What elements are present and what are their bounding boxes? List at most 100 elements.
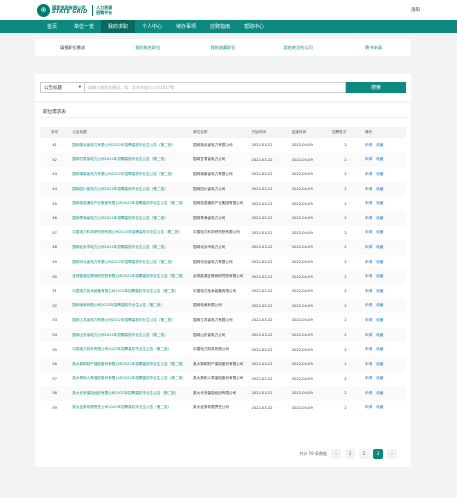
row-operations: 申请 收藏 (362, 386, 406, 401)
row-batch: 2 (329, 269, 363, 284)
row-title-link[interactable]: 国网河北省电力有限公司2022年招聘高校毕业生公告（第二批） (69, 255, 190, 270)
search-button[interactable]: 搜索 (346, 82, 406, 93)
row-title-link[interactable]: 国网电商有限公司2022年招聘高校毕业生公告（第二批） (69, 298, 191, 314)
row-title-link[interactable]: 全球能源互联网研究院有限公司2022年招聘高校毕业生公告（第二批） (69, 269, 191, 284)
logo-text: 国家电网有限公司 STATE GRID (52, 5, 88, 15)
row-operations: 申请 收藏 (362, 372, 406, 387)
table-header-row: 序号 公告标题 单位名称 开始时间 结束时间 招聘批次 操作 (40, 127, 406, 138)
logo[interactable]: ⊕ 国家电网有限公司 STATE GRID 人力资源 招聘平台 (37, 3, 112, 17)
apply-link[interactable]: 申请 (365, 157, 372, 161)
row-title-link[interactable]: 英大泰和人寿保险股份有限公司2022年招聘高校毕业生公告（第二批） (69, 372, 190, 387)
row-title-link[interactable]: 国网信息通信产业集团有限公司2022年招聘高校毕业生公告（第二批） (69, 196, 190, 211)
favorite-link[interactable]: 收藏 (376, 405, 383, 409)
row-title-link[interactable]: 国网湖南省电力有限公司2022年招聘高校毕业生公告（第二批） (69, 167, 190, 182)
favorite-link[interactable]: 收藏 (376, 362, 383, 366)
prev-page-button[interactable]: ‹ (331, 449, 341, 459)
nav-help[interactable]: 帮助中心 (237, 20, 271, 33)
apply-link[interactable]: 申请 (365, 391, 372, 395)
tab-job-demand[interactable]: 填报职位需求 (35, 45, 110, 51)
row-title-link[interactable]: 国网江苏省电力有限公司2022年招聘高校毕业生公告（第二批） (69, 313, 190, 328)
nav-todo[interactable]: 待办事项 (169, 20, 203, 33)
page-1-button[interactable]: 1 (345, 449, 355, 459)
nav-units[interactable]: 单位一览 (67, 20, 101, 33)
row-title-link[interactable]: 国网北京市电力公司2022年招聘高校毕业生公告（第二批） (69, 240, 191, 255)
row-title-link[interactable]: 国网湖北省电力有限公司2022年招聘高校毕业生公告（第二批） (69, 138, 190, 153)
apply-link[interactable]: 申请 (365, 260, 372, 264)
apply-link[interactable]: 申请 (365, 347, 372, 351)
row-unit: 国网湖南省电力有限公司 (193, 171, 233, 176)
row-batch: 2 (344, 260, 347, 265)
apply-link[interactable]: 申请 (365, 143, 372, 147)
row-title-link[interactable]: 国网甘肃省电力公司2022年招聘高校毕业生公告（第二批） (69, 152, 191, 168)
favorite-link[interactable]: 收藏 (376, 347, 383, 351)
col-header-no: 序号 (40, 127, 70, 138)
nav-home[interactable]: 首页 (37, 20, 67, 33)
favorite-link[interactable]: 收藏 (376, 187, 383, 191)
row-title-link[interactable]: 英大泰和财产保险股份有限公司2022年招聘高校毕业生公告（第二批） (69, 356, 191, 372)
row-batch: 2 (344, 143, 347, 148)
favorite-link[interactable]: 收藏 (376, 303, 383, 307)
row-batch: 2 (329, 356, 363, 372)
row-title-link[interactable]: 国网青海省电力公司2022年招聘高校毕业生公告（第二批） (69, 210, 191, 226)
tab-my-favorites[interactable]: 我的收藏职位 (185, 45, 260, 51)
apply-link[interactable]: 申请 (365, 376, 372, 380)
row-title-link[interactable]: 国网四川省电力公司2022年招聘高校毕业生公告（第二批） (69, 181, 191, 197)
row-no: 43 (52, 172, 57, 177)
favorite-link[interactable]: 收藏 (376, 333, 383, 337)
row-title-link[interactable]: 中国电力技术装备有限公司2022年招聘高校毕业生公告（第二批） (69, 284, 190, 299)
apply-link[interactable]: 申请 (365, 362, 372, 366)
apply-link[interactable]: 申请 (365, 333, 372, 337)
favorite-link[interactable]: 收藏 (376, 260, 383, 264)
apply-link[interactable]: 申请 (365, 172, 372, 176)
favorite-link[interactable]: 收藏 (376, 391, 383, 395)
row-title-link[interactable]: 中国电力科学研究院有限公司2022年招聘高校毕业生公告（第二批） (69, 226, 190, 241)
favorite-link[interactable]: 收藏 (376, 274, 383, 278)
row-end-date: 2022-04-09 (288, 152, 330, 168)
row-unit: 国网信息通信产业集团有限公司 (193, 201, 244, 206)
favorite-link[interactable]: 收藏 (376, 230, 383, 234)
apply-link[interactable]: 申请 (365, 230, 372, 234)
row-title-link[interactable]: 英大长安保险经纪有限公司2022年招聘高校毕业生公告（第二批） (69, 386, 191, 401)
nav-my-jobs[interactable]: 我的求职 (101, 20, 136, 33)
row-unit: 国网青海省电力公司 (190, 210, 249, 226)
user-name[interactable]: 洛阳 (411, 7, 420, 13)
favorite-link[interactable]: 收藏 (376, 318, 383, 322)
page-2-button[interactable]: 2 (359, 449, 369, 459)
favorite-link[interactable]: 收藏 (376, 172, 383, 176)
search-input[interactable]: 请输入搜索关键词，如：北京市电力公司2017等 (85, 82, 346, 93)
row-start-date: 2022-03-22 (251, 201, 273, 206)
row-title-link[interactable]: 英大证券有限责任公司2022年招聘高校毕业生公告（第二批） (69, 401, 190, 416)
tab-offer-application[interactable]: 聘书申请 (336, 45, 411, 51)
col-header-op: 操作 (362, 127, 406, 138)
page-3-button[interactable]: 3 (373, 449, 383, 459)
row-title-link[interactable]: 中国电力财务有限公司2022年招聘高校毕业生公告（第二批） (69, 342, 190, 357)
apply-link[interactable]: 申请 (365, 405, 372, 409)
favorite-link[interactable]: 收藏 (376, 289, 383, 293)
favorite-link[interactable]: 收藏 (376, 245, 383, 249)
tab-my-applied[interactable]: 我的报名职位 (110, 45, 185, 51)
search-field-select[interactable]: 公告标题 ▾ (40, 82, 85, 93)
search-bar: 公告标题 ▾ 请输入搜索关键词，如：北京市电力公司2017等 搜索 (35, 74, 411, 101)
apply-link[interactable]: 申请 (365, 289, 372, 293)
apply-link[interactable]: 申请 (365, 303, 372, 307)
apply-link[interactable]: 申请 (365, 318, 372, 322)
row-title-link[interactable]: 国网山东省电力公司2022年招聘高校毕业生公告（第二批） (69, 327, 191, 343)
apply-link[interactable]: 申请 (365, 245, 372, 249)
tab-followed-companies[interactable]: 我的关注的公司 (261, 45, 336, 51)
favorite-link[interactable]: 收藏 (376, 157, 383, 161)
apply-link[interactable]: 申请 (365, 201, 372, 205)
favorite-link[interactable]: 收藏 (376, 376, 383, 380)
favorite-link[interactable]: 收藏 (376, 143, 383, 147)
nav-personal-center[interactable]: 个人中心 (135, 20, 169, 33)
row-end-date: 2022-04-09 (291, 230, 313, 235)
apply-link[interactable]: 申请 (365, 187, 372, 191)
favorite-link[interactable]: 收藏 (376, 216, 383, 220)
apply-link[interactable]: 申请 (365, 274, 372, 278)
nav-guide[interactable]: 应聘指南 (203, 20, 237, 33)
favorite-link[interactable]: 收藏 (376, 201, 383, 205)
row-start-date: 2022-03-22 (248, 356, 289, 372)
next-page-button[interactable]: › (387, 449, 397, 459)
apply-link[interactable]: 申请 (365, 216, 372, 220)
table-row: 46 国网青海省电力公司2022年招聘高校毕业生公告（第二批） 国网青海省电力公司 2… (40, 210, 406, 226)
table-row: 55 中国电力财务有限公司2022年招聘高校毕业生公告（第二批） 中国电力财务有限公… (40, 342, 406, 357)
